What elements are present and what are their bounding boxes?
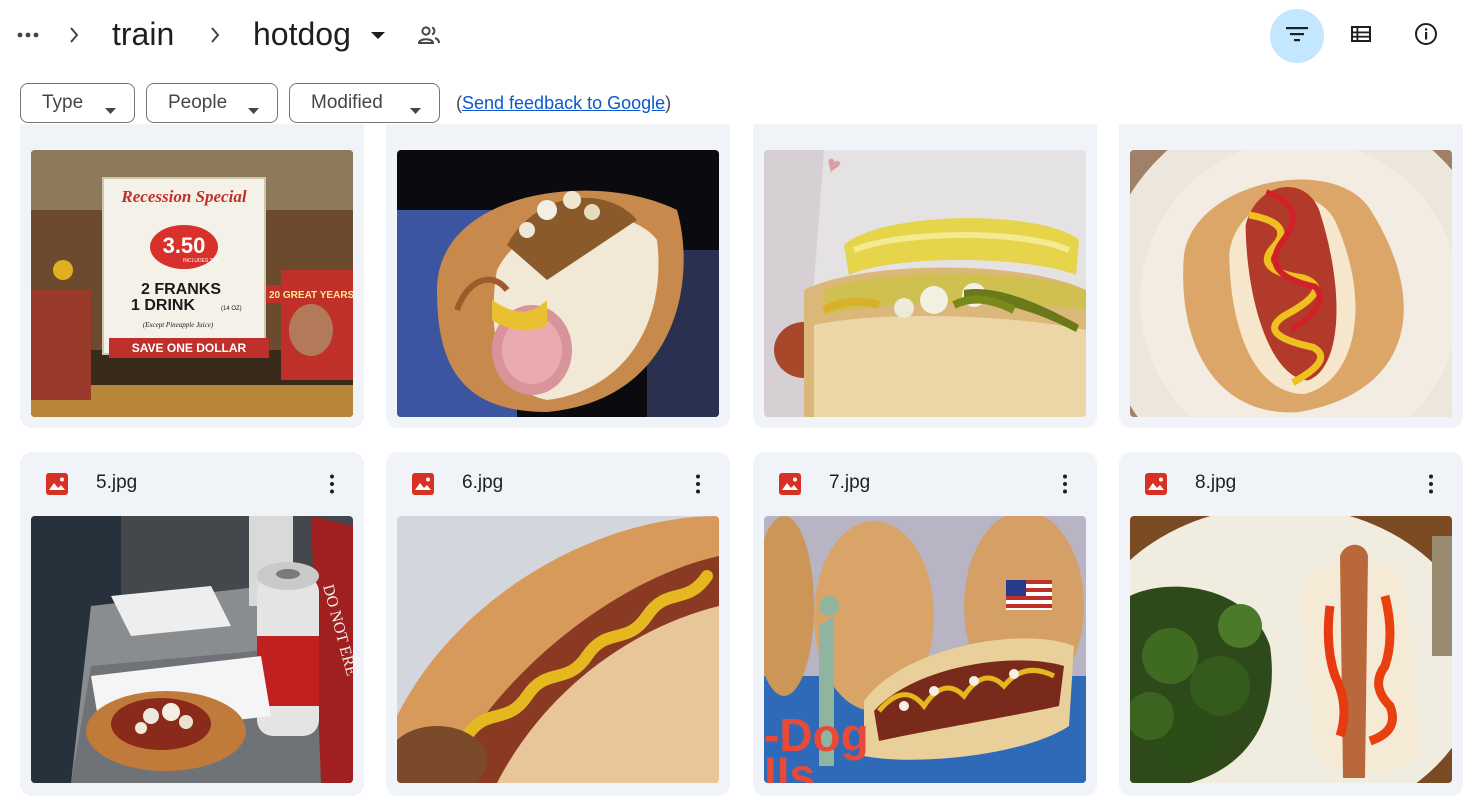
file-card-5[interactable]: 5.jpg DO NOT ERE	[20, 452, 364, 796]
offer-line2-text: 1 DRINK	[131, 297, 195, 314]
image-thumbnail[interactable]: 20 GREAT YEARS Recession Special 3.50 IN…	[31, 150, 353, 417]
price-note-text: INCLUDES TAX	[183, 258, 220, 264]
file-name: 6.jpg	[462, 472, 504, 493]
except-note-text: (Except Pineapple Juice)	[143, 321, 214, 329]
file-card-7[interactable]: 7.jpg -Dog lls	[753, 452, 1097, 796]
more-horiz-icon[interactable]	[14, 22, 42, 48]
image-file-icon	[1145, 473, 1167, 495]
caret-down-icon	[410, 98, 421, 120]
file-card[interactable]	[1119, 124, 1463, 428]
filter-icon	[1286, 26, 1308, 47]
feedback-paren-close: )	[665, 93, 672, 113]
file-card-header: 6.jpg	[386, 452, 730, 516]
image-thumbnail[interactable]: DO NOT ERE	[31, 516, 353, 783]
caret-down-icon[interactable]	[368, 28, 388, 44]
image-thumbnail[interactable]: -Dog lls	[764, 516, 1086, 783]
list-view-icon	[1351, 25, 1371, 47]
image-file-icon	[412, 473, 434, 495]
list-view-button[interactable]	[1334, 9, 1388, 63]
people-filter-chip[interactable]: People	[146, 83, 278, 123]
image-file-icon	[779, 473, 801, 495]
people-icon[interactable]	[415, 22, 443, 48]
image-file-icon	[46, 473, 68, 495]
modified-filter-chip[interactable]: Modified	[289, 83, 440, 123]
file-name: 5.jpg	[96, 472, 138, 493]
file-name: 7.jpg	[829, 472, 871, 493]
sign-title-text: Recession Special	[120, 187, 246, 206]
modified-filter-label: Modified	[311, 92, 383, 113]
breadcrumb-train[interactable]: train	[112, 14, 174, 54]
details-button[interactable]	[1399, 9, 1453, 63]
image-thumbnail[interactable]	[397, 150, 719, 417]
price-text: 3.50	[163, 233, 206, 258]
bag-text-2: lls	[764, 749, 815, 783]
caret-down-icon	[248, 98, 259, 120]
feedback-text: (Send feedback to Google)	[456, 93, 671, 114]
file-name: 8.jpg	[1195, 472, 1237, 493]
caret-down-icon	[105, 98, 116, 120]
type-filter-label: Type	[42, 92, 84, 113]
file-card-header: 7.jpg	[753, 452, 1097, 516]
header-bar: train hotdog	[0, 0, 1468, 70]
more-vert-icon[interactable]	[318, 470, 346, 498]
more-vert-icon[interactable]	[1051, 470, 1079, 498]
save-banner-text: SAVE ONE DOLLAR	[132, 341, 247, 355]
file-card-8[interactable]: 8.jpg	[1119, 452, 1463, 796]
image-thumbnail[interactable]	[1130, 150, 1452, 417]
chevron-right-icon	[207, 22, 223, 48]
image-thumbnail[interactable]	[1130, 516, 1452, 783]
file-card-header: 8.jpg	[1119, 452, 1463, 516]
offer-size-text: (14 OZ)	[221, 306, 242, 312]
file-card-header: 5.jpg	[20, 452, 364, 516]
file-card[interactable]: ♥	[753, 124, 1097, 428]
chevron-right-icon	[66, 22, 82, 48]
offer-line1-text: 2 FRANKS	[141, 281, 221, 298]
more-vert-icon[interactable]	[1417, 470, 1445, 498]
file-card-6[interactable]: 6.jpg	[386, 452, 730, 796]
image-thumbnail[interactable]	[397, 516, 719, 783]
filter-button[interactable]	[1270, 9, 1324, 63]
breadcrumb-hotdog[interactable]: hotdog	[253, 14, 351, 54]
image-thumbnail[interactable]: ♥	[764, 150, 1086, 417]
file-card[interactable]: 20 GREAT YEARS Recession Special 3.50 IN…	[20, 124, 364, 428]
send-feedback-link[interactable]: Send feedback to Google	[462, 93, 665, 113]
people-filter-label: People	[168, 92, 228, 113]
more-vert-icon[interactable]	[684, 470, 712, 498]
years-banner-text: 20 GREAT YEARS	[269, 290, 353, 301]
file-card[interactable]	[386, 124, 730, 428]
type-filter-chip[interactable]: Type	[20, 83, 135, 123]
info-icon	[1414, 22, 1438, 51]
